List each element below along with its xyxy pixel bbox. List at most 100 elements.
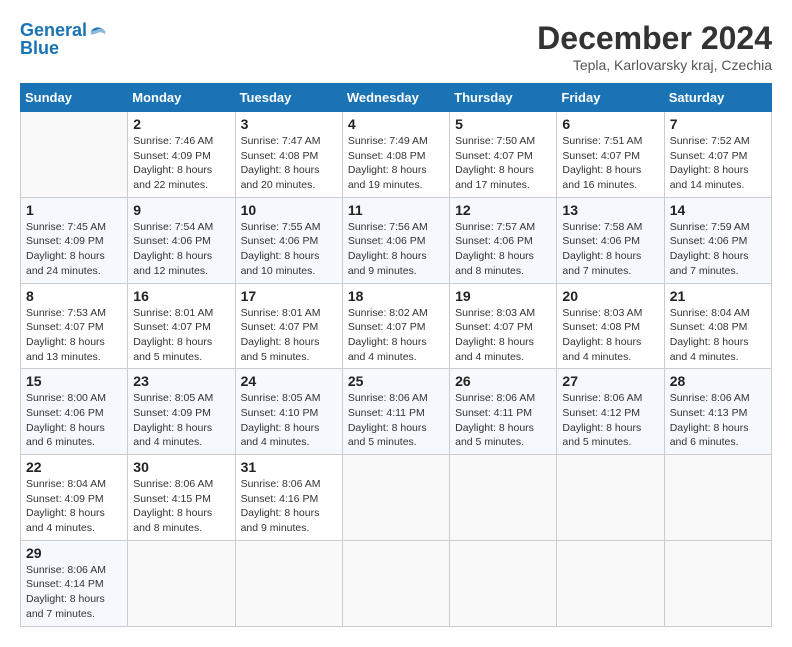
calendar-day-cell: 5Sunrise: 7:50 AMSunset: 4:07 PMDaylight…	[450, 112, 557, 198]
calendar-day-cell	[21, 112, 128, 198]
day-info: Sunrise: 7:59 AMSunset: 4:06 PMDaylight:…	[670, 220, 766, 279]
day-info: Sunrise: 8:02 AMSunset: 4:07 PMDaylight:…	[348, 306, 444, 365]
day-number: 8	[26, 288, 122, 304]
day-number: 9	[133, 202, 229, 218]
day-number: 26	[455, 373, 551, 389]
calendar-day-cell: 7 Sunrise: 7:52 AMSunset: 4:07 PMDaylight…	[664, 112, 771, 198]
calendar-day-cell: 28 Sunrise: 8:06 AMSunset: 4:13 PMDayligh…	[664, 369, 771, 455]
calendar-day-cell: 29Sunrise: 8:06 AMSunset: 4:14 PMDayligh…	[21, 540, 128, 626]
calendar-day-cell	[557, 540, 664, 626]
day-info: Sunrise: 7:55 AMSunset: 4:06 PMDaylight:…	[241, 220, 337, 279]
calendar-day-cell: 16Sunrise: 8:01 AMSunset: 4:07 PMDayligh…	[128, 283, 235, 369]
day-number: 1	[26, 202, 122, 218]
day-number: 31	[241, 459, 337, 475]
calendar-day-cell: 31 Sunrise: 8:06 AMSunset: 4:16 PMDayligh…	[235, 455, 342, 541]
calendar-day-cell: 3 Sunrise: 7:47 AMSunset: 4:08 PMDaylight…	[235, 112, 342, 198]
calendar-day-cell: 17 Sunrise: 8:01 AMSunset: 4:07 PMDayligh…	[235, 283, 342, 369]
day-info: Sunrise: 8:04 AMSunset: 4:08 PMDaylight:…	[670, 306, 766, 365]
calendar-day-cell	[557, 455, 664, 541]
day-info: Sunrise: 8:03 AMSunset: 4:07 PMDaylight:…	[455, 306, 551, 365]
calendar-week-row: 29Sunrise: 8:06 AMSunset: 4:14 PMDayligh…	[21, 540, 772, 626]
title-area: December 2024 Tepla, Karlovarsky kraj, C…	[537, 20, 772, 73]
day-info: Sunrise: 7:54 AMSunset: 4:06 PMDaylight:…	[133, 220, 229, 279]
day-number: 5	[455, 116, 551, 132]
logo: General Blue	[20, 20, 107, 59]
day-number: 4	[348, 116, 444, 132]
calendar-day-cell: 18Sunrise: 8:02 AMSunset: 4:07 PMDayligh…	[342, 283, 449, 369]
calendar-day-cell	[664, 455, 771, 541]
day-number: 20	[562, 288, 658, 304]
day-number: 23	[133, 373, 229, 389]
day-info: Sunrise: 8:05 AMSunset: 4:10 PMDaylight:…	[241, 391, 337, 450]
calendar-table: SundayMondayTuesdayWednesdayThursdayFrid…	[20, 83, 772, 627]
day-number: 12	[455, 202, 551, 218]
day-of-week-header: Thursday	[450, 84, 557, 112]
day-number: 17	[241, 288, 337, 304]
day-of-week-header: Monday	[128, 84, 235, 112]
day-of-week-header: Wednesday	[342, 84, 449, 112]
day-info: Sunrise: 7:58 AMSunset: 4:06 PMDaylight:…	[562, 220, 658, 279]
calendar-day-cell	[450, 540, 557, 626]
day-number: 30	[133, 459, 229, 475]
day-info: Sunrise: 8:01 AMSunset: 4:07 PMDaylight:…	[241, 306, 337, 365]
day-of-week-header: Saturday	[664, 84, 771, 112]
calendar-day-cell: 25Sunrise: 8:06 AMSunset: 4:11 PMDayligh…	[342, 369, 449, 455]
day-number: 27	[562, 373, 658, 389]
calendar-day-cell: 6 Sunrise: 7:51 AMSunset: 4:07 PMDaylight…	[557, 112, 664, 198]
calendar-day-cell	[342, 455, 449, 541]
calendar-day-cell: 23Sunrise: 8:05 AMSunset: 4:09 PMDayligh…	[128, 369, 235, 455]
day-info: Sunrise: 7:52 AMSunset: 4:07 PMDaylight:…	[670, 134, 766, 193]
calendar-day-cell: 1 Sunrise: 7:45 AMSunset: 4:09 PMDaylight…	[21, 197, 128, 283]
day-number: 7	[670, 116, 766, 132]
day-of-week-header: Tuesday	[235, 84, 342, 112]
calendar-day-cell: 26 Sunrise: 8:06 AMSunset: 4:11 PMDayligh…	[450, 369, 557, 455]
day-info: Sunrise: 8:06 AMSunset: 4:11 PMDaylight:…	[348, 391, 444, 450]
day-of-week-header: Friday	[557, 84, 664, 112]
day-number: 22	[26, 459, 122, 475]
day-of-week-header: Sunday	[21, 84, 128, 112]
location-subtitle: Tepla, Karlovarsky kraj, Czechia	[537, 57, 772, 73]
day-number: 6	[562, 116, 658, 132]
calendar-day-cell: 8 Sunrise: 7:53 AMSunset: 4:07 PMDaylight…	[21, 283, 128, 369]
calendar-day-cell: 20Sunrise: 8:03 AMSunset: 4:08 PMDayligh…	[557, 283, 664, 369]
day-info: Sunrise: 8:06 AMSunset: 4:15 PMDaylight:…	[133, 477, 229, 536]
day-info: Sunrise: 7:47 AMSunset: 4:08 PMDaylight:…	[241, 134, 337, 193]
day-info: Sunrise: 8:06 AMSunset: 4:16 PMDaylight:…	[241, 477, 337, 536]
calendar-day-cell: 2Sunrise: 7:46 AMSunset: 4:09 PMDaylight…	[128, 112, 235, 198]
calendar-day-cell	[235, 540, 342, 626]
day-number: 3	[241, 116, 337, 132]
day-number: 19	[455, 288, 551, 304]
day-info: Sunrise: 7:56 AMSunset: 4:06 PMDaylight:…	[348, 220, 444, 279]
day-info: Sunrise: 7:51 AMSunset: 4:07 PMDaylight:…	[562, 134, 658, 193]
page-header: General Blue December 2024 Tepla, Karlov…	[20, 20, 772, 73]
calendar-day-cell: 11Sunrise: 7:56 AMSunset: 4:06 PMDayligh…	[342, 197, 449, 283]
day-info: Sunrise: 8:06 AMSunset: 4:11 PMDaylight:…	[455, 391, 551, 450]
day-number: 24	[241, 373, 337, 389]
calendar-header-row: SundayMondayTuesdayWednesdayThursdayFrid…	[21, 84, 772, 112]
day-info: Sunrise: 8:00 AMSunset: 4:06 PMDaylight:…	[26, 391, 122, 450]
day-info: Sunrise: 7:49 AMSunset: 4:08 PMDaylight:…	[348, 134, 444, 193]
day-info: Sunrise: 8:06 AMSunset: 4:13 PMDaylight:…	[670, 391, 766, 450]
day-info: Sunrise: 7:45 AMSunset: 4:09 PMDaylight:…	[26, 220, 122, 279]
day-number: 16	[133, 288, 229, 304]
calendar-day-cell: 13 Sunrise: 7:58 AMSunset: 4:06 PMDayligh…	[557, 197, 664, 283]
day-number: 28	[670, 373, 766, 389]
logo-icon	[89, 22, 107, 40]
calendar-day-cell: 21Sunrise: 8:04 AMSunset: 4:08 PMDayligh…	[664, 283, 771, 369]
calendar-week-row: 2Sunrise: 7:46 AMSunset: 4:09 PMDaylight…	[21, 112, 772, 198]
month-title: December 2024	[537, 20, 772, 57]
calendar-week-row: 22 Sunrise: 8:04 AMSunset: 4:09 PMDayligh…	[21, 455, 772, 541]
calendar-day-cell: 30 Sunrise: 8:06 AMSunset: 4:15 PMDayligh…	[128, 455, 235, 541]
calendar-day-cell	[128, 540, 235, 626]
calendar-day-cell: 15Sunrise: 8:00 AMSunset: 4:06 PMDayligh…	[21, 369, 128, 455]
calendar-day-cell: 9 Sunrise: 7:54 AMSunset: 4:06 PMDaylight…	[128, 197, 235, 283]
calendar-day-cell: 12Sunrise: 7:57 AMSunset: 4:06 PMDayligh…	[450, 197, 557, 283]
day-info: Sunrise: 7:53 AMSunset: 4:07 PMDaylight:…	[26, 306, 122, 365]
day-number: 29	[26, 545, 122, 561]
day-info: Sunrise: 8:04 AMSunset: 4:09 PMDaylight:…	[26, 477, 122, 536]
day-info: Sunrise: 8:06 AMSunset: 4:12 PMDaylight:…	[562, 391, 658, 450]
day-number: 13	[562, 202, 658, 218]
day-number: 14	[670, 202, 766, 218]
day-info: Sunrise: 7:46 AMSunset: 4:09 PMDaylight:…	[133, 134, 229, 193]
calendar-day-cell: 19 Sunrise: 8:03 AMSunset: 4:07 PMDayligh…	[450, 283, 557, 369]
